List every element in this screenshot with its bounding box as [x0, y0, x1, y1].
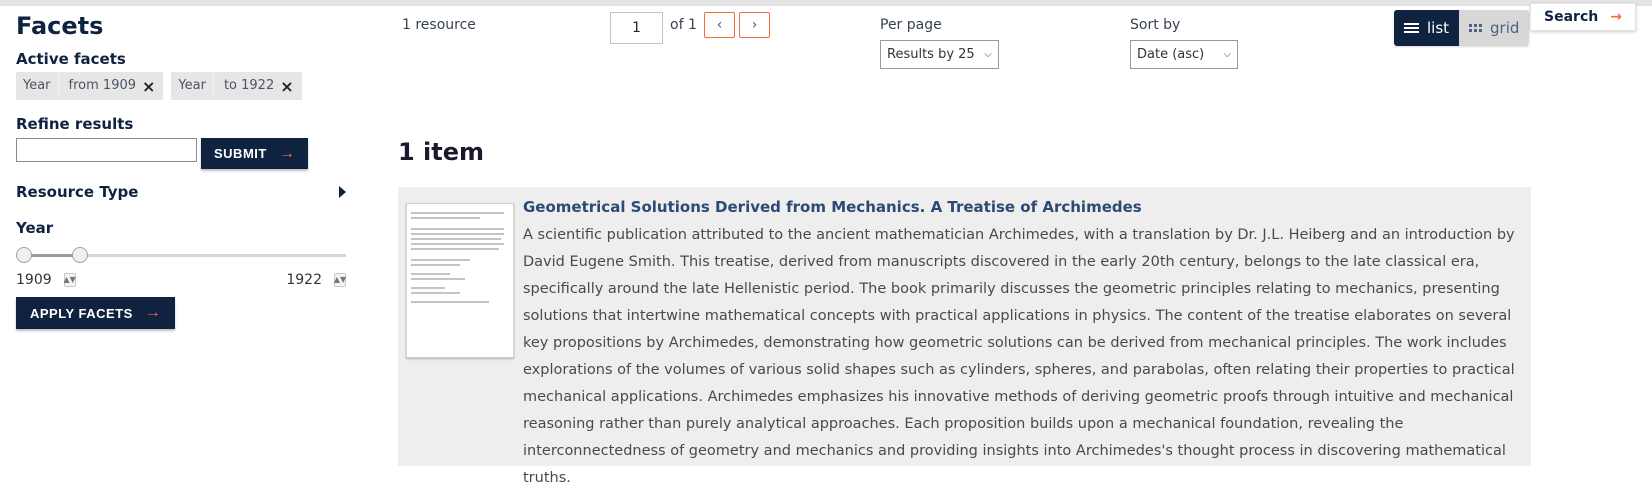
result-description: A scientific publication attributed to t… — [523, 227, 1515, 486]
remove-facet-icon[interactable]: × — [280, 77, 301, 96]
apply-facets-label: APPLY FACETS — [30, 305, 133, 321]
list-icon — [1404, 23, 1419, 33]
active-facet-chip: Year from 1909 × — [16, 72, 164, 100]
submit-button[interactable]: SUBMIT → — [201, 138, 309, 169]
top-border — [0, 0, 1652, 6]
year-min-value: 1909 — [16, 272, 52, 288]
active-facet-chip: Year to 1922 × — [171, 72, 302, 100]
year-max-field[interactable]: 1922 ▲▼ — [286, 272, 346, 288]
year-inputs: 1909 ▲▼ 1922 ▲▼ — [16, 272, 346, 288]
result-thumbnail[interactable] — [406, 203, 514, 358]
active-facets-label: Active facets — [16, 50, 126, 68]
page-total: of 1 — [670, 17, 697, 33]
apply-facets-button[interactable]: APPLY FACETS → — [16, 297, 176, 329]
view-toggle: list grid — [1394, 10, 1530, 46]
submit-button-label: SUBMIT — [214, 146, 267, 161]
facet-chip-key: Year — [171, 72, 214, 100]
grid-icon — [1469, 24, 1483, 32]
result-title-link[interactable]: Geometrical Solutions Derived from Mecha… — [523, 198, 1142, 216]
search-button-label: Search — [1544, 9, 1599, 25]
next-page-button[interactable]: › — [739, 12, 770, 38]
chevron-down-icon: ⌵ — [1223, 49, 1231, 60]
facet-chip-value: to 1922 — [223, 78, 275, 93]
per-page-label: Per page — [880, 17, 942, 33]
slider-max-handle[interactable] — [72, 247, 88, 263]
chevron-right-icon: › — [751, 17, 758, 33]
sort-by-label: Sort by — [1130, 17, 1181, 33]
facet-chip-key: Year — [16, 72, 59, 100]
resource-type-label: Resource Type — [16, 183, 139, 201]
view-list-button[interactable]: list — [1394, 10, 1460, 46]
arrow-right-icon: → — [278, 144, 296, 162]
page-number-input[interactable]: 1 — [610, 12, 663, 44]
chevron-left-icon: ‹ — [716, 17, 723, 33]
facet-chip-value: from 1909 — [68, 78, 137, 93]
year-min-field[interactable]: 1909 ▲▼ — [16, 272, 76, 288]
facets-title: Facets — [16, 12, 104, 40]
facets-sidebar: Facets Active facets Year from 1909 × Ye… — [16, 10, 362, 329]
year-range-slider[interactable] — [16, 244, 346, 264]
resource-count: 1 resource — [402, 17, 476, 33]
per-page-value: Results by 25 — [887, 47, 975, 62]
sort-by-select[interactable]: Date (asc) ⌵ — [1130, 40, 1238, 69]
view-grid-label: grid — [1490, 19, 1520, 37]
arrow-right-icon: → — [1610, 9, 1622, 25]
per-page-select[interactable]: Results by 25 ⌵ — [880, 40, 999, 69]
year-label: Year — [16, 219, 54, 237]
refine-results-input[interactable] — [16, 138, 197, 162]
caret-right-icon — [339, 186, 346, 198]
spinner-icon[interactable]: ▲▼ — [334, 273, 346, 287]
slider-min-handle[interactable] — [16, 247, 32, 263]
refine-results-label: Refine results — [16, 115, 134, 133]
chevron-down-icon: ⌵ — [984, 49, 992, 60]
search-button[interactable]: Search → — [1530, 3, 1636, 31]
year-max-value: 1922 — [286, 272, 322, 288]
active-facets-list: Year from 1909 × Year to 1922 × — [16, 72, 302, 100]
spinner-icon[interactable]: ▲▼ — [63, 273, 76, 287]
previous-page-button[interactable]: ‹ — [704, 12, 735, 38]
results-heading: 1 item — [398, 138, 485, 166]
view-list-label: list — [1427, 19, 1450, 37]
sort-by-value: Date (asc) — [1137, 47, 1205, 62]
result-item: Geometrical Solutions Derived from Mecha… — [398, 187, 1531, 486]
resource-type-toggle[interactable]: Resource Type — [16, 183, 346, 201]
remove-facet-icon[interactable]: × — [142, 77, 163, 96]
view-grid-button[interactable]: grid — [1459, 10, 1530, 46]
arrow-right-icon: → — [144, 304, 162, 321]
